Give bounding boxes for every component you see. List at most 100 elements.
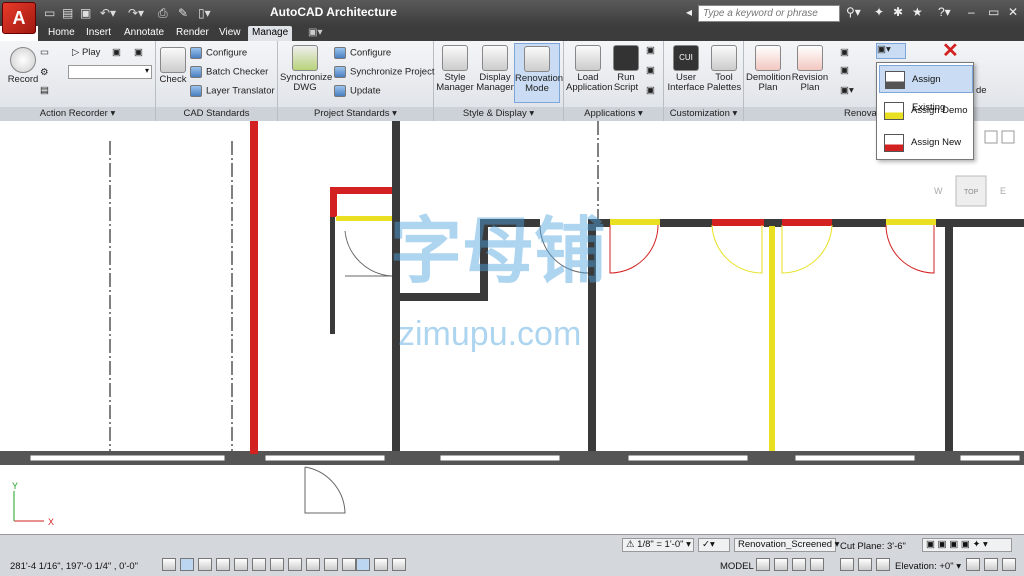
annotation-monitor-icon[interactable]: [392, 558, 406, 571]
ortho-icon[interactable]: [198, 558, 212, 571]
fullscreen-icon[interactable]: [1002, 558, 1016, 571]
annotation-scale[interactable]: ⚠ 1/8" = 1'-0" ▾: [622, 538, 694, 552]
tab-insert[interactable]: Insert: [82, 26, 115, 41]
panel-label[interactable]: Project Standards ▾: [278, 107, 433, 121]
close-icon[interactable]: ✕: [1008, 5, 1018, 19]
panel-label[interactable]: Action Recorder ▾: [0, 107, 155, 121]
tab-annotate[interactable]: Annotate: [120, 26, 168, 41]
floor-plan[interactable]: X Y W TOP E 字母铺 zimupu.com: [0, 121, 1024, 534]
elevation-readout[interactable]: Elevation: +0" ▾: [895, 561, 961, 572]
run-vba-icon[interactable]: ▣: [646, 85, 655, 97]
check-button[interactable]: Check: [158, 47, 188, 85]
drawing-canvas[interactable]: X Y W TOP E 字母铺 zimupu.com: [0, 121, 1024, 534]
quick-view-icon[interactable]: [792, 558, 806, 571]
annotation-visibility-icon[interactable]: ✓▾: [698, 538, 730, 552]
search-input[interactable]: Type a keyword or phrase: [698, 5, 840, 22]
model-space-toggle[interactable]: MODEL: [720, 561, 754, 572]
restore-icon[interactable]: ▭: [988, 5, 999, 19]
layer-translator-button[interactable]: Layer Translator: [190, 85, 275, 98]
pan-icon[interactable]: [876, 558, 890, 571]
tool-palettes-button[interactable]: Tool Palettes: [706, 45, 742, 93]
grid-icon[interactable]: [180, 558, 194, 571]
tab-manage[interactable]: Manage: [248, 26, 293, 41]
open-icon[interactable]: ▤: [62, 5, 73, 21]
display-configuration[interactable]: Renovation_Screened ▾: [734, 538, 839, 552]
configure-standards-button[interactable]: Configure: [190, 47, 247, 60]
save-icon[interactable]: ▣: [80, 5, 91, 21]
communication-icon[interactable]: ✦: [874, 5, 884, 19]
isolate-icon[interactable]: [966, 558, 980, 571]
assign-dropdown-button[interactable]: ▣▾: [876, 43, 906, 59]
redo-icon[interactable]: ↷▾: [128, 5, 144, 21]
menu-item-assign-existing[interactable]: Assign Existing: [879, 65, 973, 113]
configure-project-button[interactable]: Configure: [334, 47, 391, 60]
lock-icon[interactable]: [858, 558, 872, 571]
drawing-icon[interactable]: [810, 558, 824, 571]
action-macro-select[interactable]: ▾: [68, 65, 152, 79]
properties-icon[interactable]: ✎: [178, 5, 188, 21]
snap-icon[interactable]: [162, 558, 176, 571]
network-icon[interactable]: ✱: [893, 5, 903, 19]
panel-label[interactable]: Style & Display ▾: [434, 107, 563, 121]
layout-icon[interactable]: [774, 558, 788, 571]
minimize-icon[interactable]: –: [968, 5, 975, 19]
update-button[interactable]: Update: [334, 85, 381, 98]
request-input-icon[interactable]: ▣: [134, 47, 143, 59]
close-renovation-icon[interactable]: ✕: [942, 41, 959, 61]
help-icon[interactable]: ?▾: [938, 5, 951, 19]
synchronize-project-button[interactable]: Synchronize Project: [334, 66, 434, 79]
record-button[interactable]: Record: [6, 47, 40, 85]
run-script-button[interactable]: Run Script: [612, 45, 640, 93]
recorder-icon-2[interactable]: ⚙: [40, 67, 49, 79]
renovation-mode-button[interactable]: Renovation Mode: [514, 43, 563, 103]
menu-item-assign-new[interactable]: Assign New: [879, 129, 973, 157]
express-tools-icon[interactable]: ▣▾: [304, 26, 326, 41]
selection-cycling-icon[interactable]: [374, 558, 388, 571]
renovation-options-icon[interactable]: ▣: [840, 47, 849, 59]
renovation-category-icon[interactable]: ▣: [840, 65, 849, 77]
recorder-icon-1[interactable]: ▭: [40, 47, 49, 59]
model-icon[interactable]: [756, 558, 770, 571]
style-manager-button[interactable]: Style Manager: [436, 45, 474, 93]
panel-label[interactable]: Applications ▾: [564, 107, 663, 121]
tab-view[interactable]: View: [215, 26, 245, 41]
3dosnap-icon[interactable]: [252, 558, 266, 571]
polar-icon[interactable]: [216, 558, 230, 571]
user-interface-button[interactable]: CUI User Interface: [666, 45, 706, 93]
insert-message-icon[interactable]: ▣: [112, 47, 121, 59]
binoculars-icon[interactable]: ⚲▾: [846, 5, 861, 19]
display-manager-button[interactable]: Display Manager: [474, 45, 516, 93]
panel-label[interactable]: Customization ▾: [664, 107, 743, 121]
otrack-icon[interactable]: [270, 558, 284, 571]
quick-properties-icon[interactable]: [356, 558, 370, 571]
osnap-icon[interactable]: [234, 558, 248, 571]
ducs-icon[interactable]: [288, 558, 302, 571]
chevron-left-icon[interactable]: ◂: [686, 5, 692, 19]
cut-plane-label[interactable]: Cut Plane: 3'-6": [840, 541, 906, 552]
menu-item-assign-demo[interactable]: Assign Demo: [879, 97, 973, 125]
workspace-icon[interactable]: [840, 558, 854, 571]
vba-manager-icon[interactable]: ▣: [646, 45, 655, 57]
dyn-icon[interactable]: [306, 558, 320, 571]
favorites-icon[interactable]: ★: [912, 5, 923, 19]
clean-screen-icon[interactable]: [984, 558, 998, 571]
status-tray-icons[interactable]: ▣ ▣ ▣ ▣ ✦ ▾: [922, 538, 1012, 552]
demolition-plan-button[interactable]: Demolition Plan: [746, 45, 791, 93]
app-menu-button[interactable]: A: [2, 2, 36, 34]
visual-lisp-icon[interactable]: ▣: [646, 65, 655, 77]
lineweight-icon[interactable]: [324, 558, 338, 571]
transparency-icon[interactable]: [342, 558, 356, 571]
play-button[interactable]: ▷ Play: [72, 47, 100, 59]
undo-icon[interactable]: ↶▾: [100, 5, 116, 21]
recorder-icon-3[interactable]: ▤: [40, 85, 49, 97]
plot-icon[interactable]: ⎙: [158, 5, 168, 21]
tab-home[interactable]: Home: [44, 26, 79, 41]
batch-checker-button[interactable]: Batch Checker: [190, 66, 268, 79]
new-icon[interactable]: ▭: [44, 5, 55, 21]
document-icon[interactable]: ▯▾: [198, 5, 211, 21]
renovation-tools-icon[interactable]: ▣▾: [840, 85, 854, 97]
synchronize-dwg-button[interactable]: Synchronize DWG: [280, 45, 332, 93]
tab-render[interactable]: Render: [172, 26, 213, 41]
revision-plan-button[interactable]: Revision Plan: [790, 45, 830, 93]
load-application-button[interactable]: Load Application: [566, 45, 612, 93]
